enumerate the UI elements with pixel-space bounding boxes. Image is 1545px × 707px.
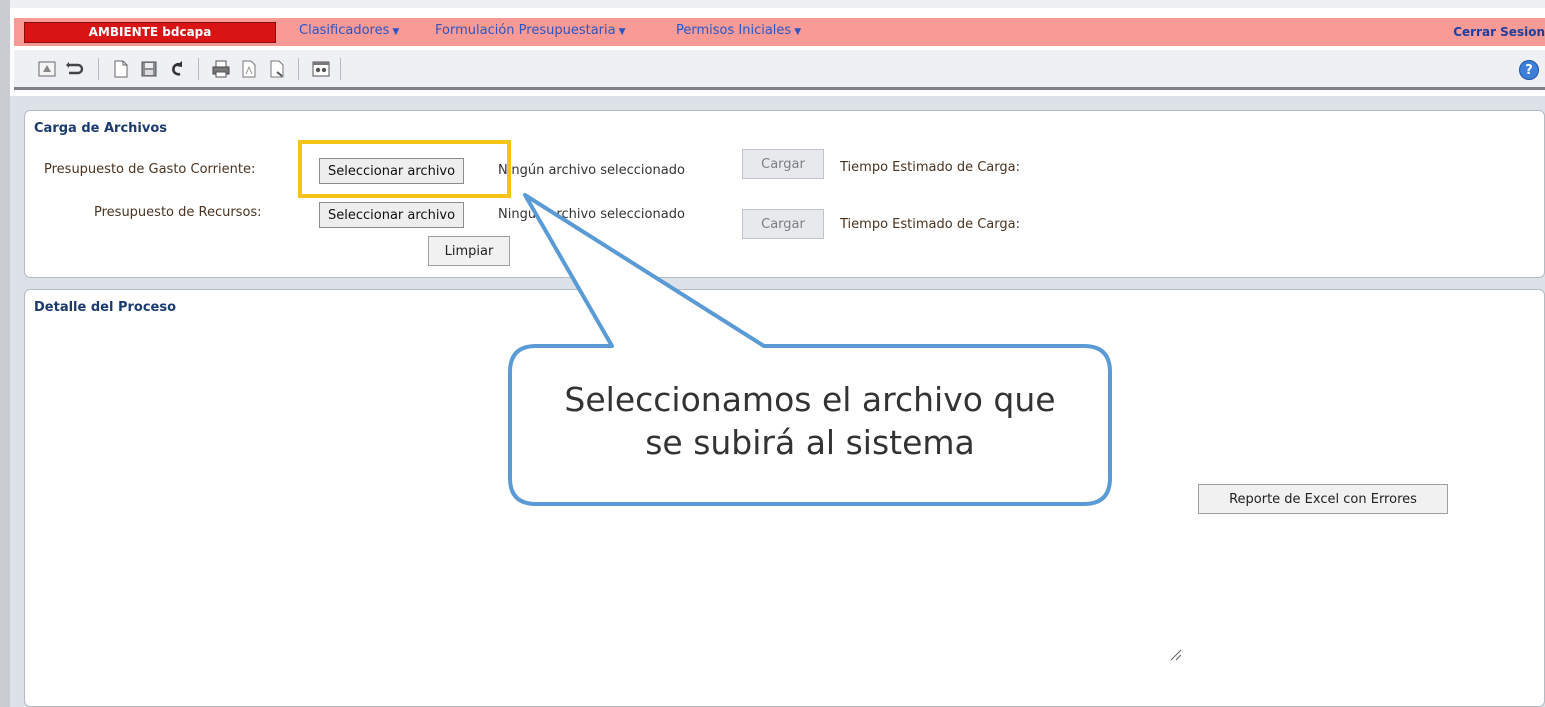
callout-text: Seleccionamos el archivo que se subirá a… <box>514 378 1106 464</box>
callout-line-2: se subirá al sistema <box>645 423 975 462</box>
callout-line-1: Seleccionamos el archivo que <box>564 380 1056 419</box>
callout-bubble <box>508 193 1112 506</box>
